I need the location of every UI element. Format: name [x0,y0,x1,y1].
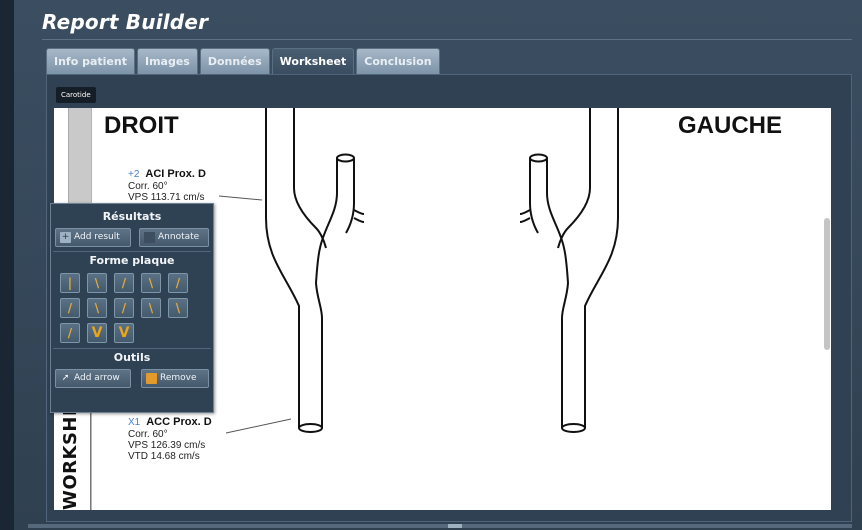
add-result-label: Add result [74,232,120,242]
add-arrow-label: Add arrow [74,373,120,383]
measurement-aci-prox[interactable]: +2 ACI Prox. D Corr. 60° VPS 113.71 cm/s [128,168,206,204]
measurement-marker-icon: X1 [128,417,141,428]
measurement-line: VPS 126.39 cm/s [128,440,206,451]
plaque-shape-button[interactable]: V [114,323,134,343]
left-carotid-vessel[interactable] [519,108,619,433]
measurement-marker-icon: +2 [128,169,140,180]
horizontal-scrollbar[interactable] [28,524,852,528]
arrow-icon: ➚ [61,373,70,383]
measurement-line: Corr. 60° [128,429,168,440]
plaque-shape-button[interactable]: \ [168,298,188,318]
measurement-pointer-aci [218,195,263,201]
title-divider [42,39,852,40]
tab-worksheet[interactable]: Worksheet [271,48,355,74]
measurement-line: VPS 113.71 cm/s [128,192,205,203]
add-result-icon: + [60,232,71,243]
measurement-line: VTD 14.68 cm/s [128,451,200,462]
tools-section-title: Outils [113,351,151,364]
plaque-shape-button[interactable]: \ [141,273,161,293]
remove-button[interactable]: Remove [141,369,209,388]
measurement-acc-prox[interactable]: X1 ACC Prox. D Corr. 60° VPS 126.39 cm/s… [128,416,212,463]
plaque-shape-button[interactable]: / [60,298,80,318]
scrollbar-thumb[interactable] [448,524,462,528]
annotate-label: Annotate [158,232,200,242]
annotate-icon [144,232,155,243]
right-carotid-vessel[interactable] [265,108,365,433]
window-edge [0,0,14,530]
add-result-button[interactable]: + Add result [55,228,131,247]
plaque-shape-button[interactable]: V [87,323,107,343]
tool-panel: Résultats + Add result Annotate Forme pl… [50,203,214,413]
plaque-shape-button[interactable]: \ [87,273,107,293]
plaque-shape-grid: | \ / \ / / \ / \ \ / V V [51,270,213,348]
tab-donnees[interactable]: Données [199,48,270,74]
vertical-scrollbar[interactable] [824,218,830,350]
results-section-title: Résultats [102,210,162,223]
tab-info-patient[interactable]: Info patient [46,48,135,74]
plaque-shape-button[interactable]: | [60,273,80,293]
add-arrow-button[interactable]: ➚ Add arrow [55,369,131,388]
plaque-shape-button[interactable]: / [60,323,80,343]
tab-bar: Info patient Images Données Worksheet Co… [46,48,442,74]
measurement-site: ACI Prox. D [145,168,206,180]
tab-images[interactable]: Images [136,48,198,74]
measurement-pointer-acc [225,418,292,434]
app-title: Report Builder [42,10,209,34]
remove-label: Remove [160,373,197,383]
plaque-shape-button[interactable]: / [114,273,134,293]
plaque-shape-button[interactable]: / [114,298,134,318]
plaque-shape-button[interactable]: / [168,273,188,293]
tab-conclusion[interactable]: Conclusion [356,48,440,74]
plaque-section-title: Forme plaque [89,254,175,267]
trash-icon [146,373,157,384]
measurement-site: ACC Prox. D [146,416,212,428]
plaque-shape-button[interactable]: \ [141,298,161,318]
subtab-carotide[interactable]: Carotide [56,87,96,103]
annotate-button[interactable]: Annotate [139,228,209,247]
plaque-shape-button[interactable]: \ [87,298,107,318]
tools-buttons: ➚ Add arrow Remove [51,367,213,392]
measurement-line: Corr. 60° [128,181,168,192]
results-buttons: + Add result Annotate [51,226,213,251]
